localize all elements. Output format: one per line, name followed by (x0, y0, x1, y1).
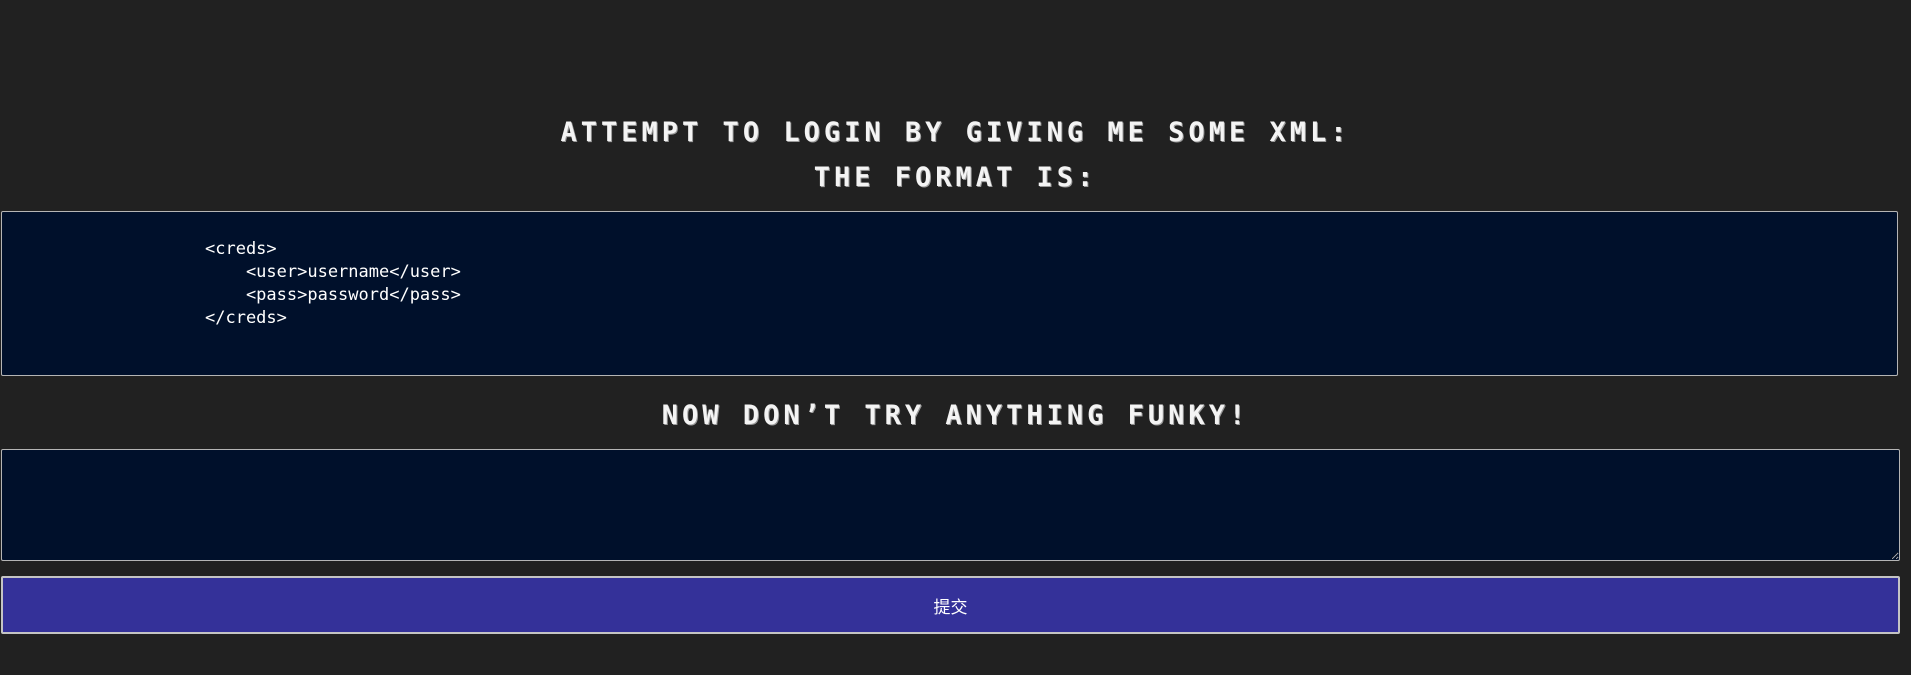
warning-heading: NOW DON’T TRY ANYTHING FUNKY! (661, 400, 1250, 431)
submit-button[interactable]: 提交 (1, 576, 1900, 634)
xml-input[interactable] (1, 449, 1900, 561)
xml-format-example: <creds> <user>username</user> <pass>pass… (1, 211, 1898, 376)
intro-heading: ATTEMPT TO LOGIN BY GIVING ME SOME XML: (560, 117, 1351, 148)
format-heading: THE FORMAT IS: (813, 162, 1098, 193)
